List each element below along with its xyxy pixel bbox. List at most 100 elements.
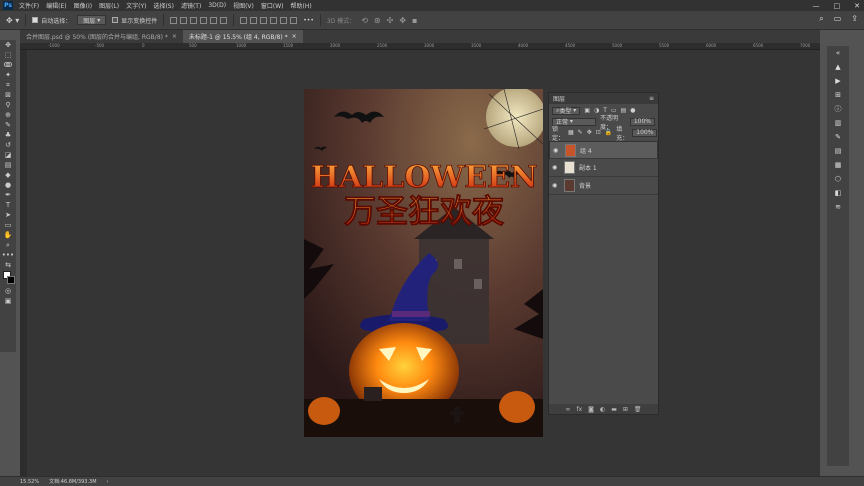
clone-stamp-icon[interactable]: ♣ [0,130,16,140]
3d-panel-icon[interactable]: ⬡ [827,172,849,186]
brush-settings-icon[interactable]: ✎ [827,130,849,144]
blur-tool-icon[interactable]: ◆ [0,170,16,180]
folder-icon[interactable]: ▬ [611,406,617,413]
menu-view[interactable]: 视图(V) [233,1,254,10]
channels-icon[interactable]: ≋ [827,200,849,214]
eraser-icon[interactable]: ◪ [0,150,16,160]
distribute-icon[interactable] [280,16,288,24]
play-actions-icon[interactable]: ▶ [827,74,849,88]
pan-3d-icon[interactable]: ✣ [387,16,394,25]
layer-name[interactable]: 组 4 [580,146,592,155]
libraries-icon[interactable]: ▤ [827,144,849,158]
align-top-icon[interactable] [200,16,208,24]
history-icon[interactable]: ⊞ [827,88,849,102]
styles-icon[interactable]: ▦ [827,158,849,172]
shape-tool-icon[interactable]: ▭ [0,220,16,230]
expand-panels-icon[interactable]: « [827,46,849,60]
visibility-eye-icon[interactable]: ◉ [552,182,560,189]
lock-pixels-icon[interactable]: ▦ [568,129,574,136]
slide-3d-icon[interactable]: ✥ [399,16,406,25]
lasso-tool-icon[interactable]: ↂ [0,60,16,70]
menu-help[interactable]: 帮助(H) [291,1,312,10]
move-tool-icon[interactable]: ✥ [0,40,16,50]
layer-row-group4[interactable]: ◉ 组 4 [549,141,658,159]
type-tool-icon[interactable]: T [0,200,16,210]
layer-name[interactable]: 副本 1 [579,163,597,172]
distribute-icon[interactable] [270,16,278,24]
filter-toggle-icon[interactable]: ● [630,107,635,114]
more-options-button[interactable]: ••• [303,14,314,26]
screen-mode-icon[interactable]: ▣ [0,296,16,306]
new-layer-icon[interactable]: ⊞ [623,406,628,413]
eyedropper-icon[interactable]: ⚲ [0,100,16,110]
tab-close-icon[interactable]: × [292,33,297,40]
lock-position-icon[interactable]: ✥ [587,129,592,136]
visibility-eye-icon[interactable]: ◉ [552,164,560,171]
mask-icon[interactable]: ◙ [588,406,594,413]
swap-colors-icon[interactable]: ⇆ [0,260,16,270]
align-left-icon[interactable] [170,16,178,24]
show-transform-checkbox[interactable]: 显示变换控件 [112,14,157,26]
healing-brush-icon[interactable]: ⊕ [0,110,16,120]
distribute-icon[interactable] [240,16,248,24]
distribute-icon[interactable] [260,16,268,24]
layer-name[interactable]: 背景 [579,181,591,190]
layer-row-copy1[interactable]: ◉ 副本 1 [549,159,658,177]
menu-layer[interactable]: 图层(L) [99,1,119,10]
lock-paint-icon[interactable]: ✎ [578,129,583,136]
lock-all-icon[interactable]: 🔒 [605,129,612,136]
quick-mask-icon[interactable]: ◎ [0,286,16,296]
tab-merge-layers[interactable]: 合并图层.psd @ 50% (图层的合并与编组, RGB/8) * × [20,30,183,43]
adjustment-icon[interactable]: ◐ [600,406,605,413]
fill-field[interactable]: 100% [632,128,658,137]
magic-wand-icon[interactable]: ✦ [0,70,16,80]
menu-edit[interactable]: 编辑(E) [46,1,66,10]
layer-filter-dropdown[interactable]: ⌕ 类型 ▾ [552,106,581,115]
color-swatches[interactable] [0,270,16,286]
opacity-field[interactable]: 100% [629,117,655,126]
3d-tools[interactable]: ⟲ ⊛ ✣ ✥ ▪ [361,14,417,26]
filter-adjust-icon[interactable]: ◑ [594,107,599,114]
lock-artboard-icon[interactable]: ⊡ [596,129,601,136]
menu-window[interactable]: 窗口(W) [261,1,284,10]
halloween-poster[interactable]: HALLOWEEN 万圣狂欢夜 [304,89,543,437]
scale-3d-icon[interactable]: ▪ [412,16,417,25]
more-tools-icon[interactable]: ••• [0,250,16,260]
marquee-tool-icon[interactable]: ⬚ [0,50,16,60]
background-color[interactable] [7,276,15,284]
auto-select-dropdown[interactable]: 图层 ▾ [77,15,107,25]
history-brush-icon[interactable]: ↺ [0,140,16,150]
fx-icon[interactable]: fx [576,406,582,413]
align-center-icon[interactable] [180,16,188,24]
adjustments-icon[interactable]: ◧ [827,186,849,200]
distribute-buttons[interactable] [240,14,298,26]
brush-tool-icon[interactable]: ✎ [0,120,16,130]
tab-close-icon[interactable]: × [172,33,177,40]
align-bottom-icon[interactable] [220,16,228,24]
document-info[interactable]: 文档:46.8M/393.3M [49,478,96,485]
move-tool-preset[interactable]: ✥ ▾ [6,14,19,26]
layer-row-background[interactable]: ◉ 背景 [549,177,658,195]
filter-pixel-icon[interactable]: ▣ [584,107,590,114]
properties-icon[interactable]: ▥ [827,116,849,130]
align-right-icon[interactable] [190,16,198,24]
pen-tool-icon[interactable]: ✒ [0,190,16,200]
auto-select-checkbox[interactable]: 自动选择： [32,14,71,26]
minimize-button[interactable]: — [813,2,820,10]
dodge-tool-icon[interactable]: ● [0,180,16,190]
align-middle-icon[interactable] [210,16,218,24]
share-icon[interactable]: ⇪ [851,14,858,24]
path-select-icon[interactable]: ➤ [0,210,16,220]
distribute-icon[interactable] [290,16,298,24]
align-buttons[interactable] [170,14,228,26]
orbit-3d-icon[interactable]: ⟲ [361,16,368,25]
close-button[interactable]: ✕ [854,2,860,10]
status-arrow-icon[interactable]: › [107,479,109,485]
layers-panel-title[interactable]: 图层 [553,94,565,103]
visibility-eye-icon[interactable]: ◉ [553,147,561,154]
frame-tool-icon[interactable]: ⊠ [0,90,16,100]
search-icon[interactable]: ⌕ [819,14,823,24]
menu-filter[interactable]: 滤镜(T) [181,1,201,10]
crop-tool-icon[interactable]: ⌗ [0,80,16,90]
panel-menu-icon[interactable]: ≡ [649,95,654,102]
